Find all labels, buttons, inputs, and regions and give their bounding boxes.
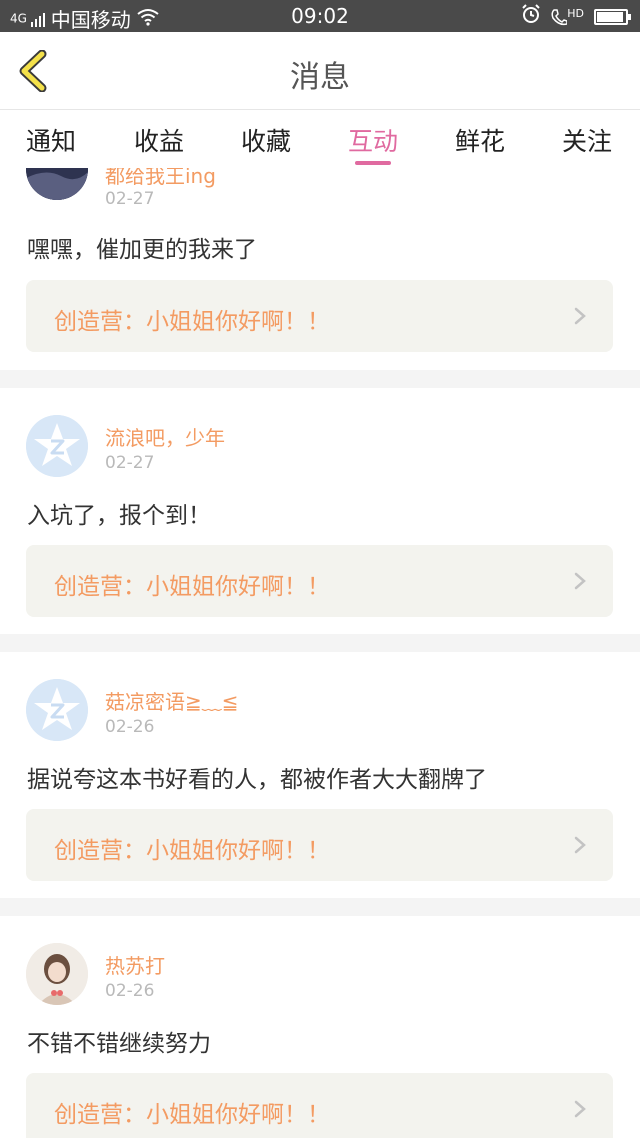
- username[interactable]: 热苏打: [105, 950, 165, 979]
- tab-bar: 通知 收益 收藏 互动 鲜花 关注: [0, 110, 640, 168]
- referenced-book-title: 创造营：小姐姐你好啊！！: [54, 309, 330, 335]
- app-header: 消息: [0, 32, 640, 110]
- tab-interact[interactable]: 互动: [348, 122, 398, 158]
- chevron-right-icon: [574, 836, 586, 854]
- comment-card: 热苏打 02-26 不错不错继续努力 创造营：小姐姐你好啊！！: [0, 916, 640, 1138]
- user-avatar[interactable]: [26, 168, 88, 200]
- tab-favorites[interactable]: 收藏: [241, 122, 291, 158]
- status-bar: 4G 中国移动 09:02 HD: [0, 0, 640, 32]
- comment-text: 据说夸这本书好看的人，都被作者大大翻牌了: [27, 767, 487, 793]
- qq-default-avatar-icon: [26, 679, 88, 741]
- comment-text: 嘿嘿，催加更的我来了: [27, 237, 257, 263]
- username[interactable]: 菇凉密语≧﹏≦: [105, 686, 239, 715]
- comment-text: 入坑了，报个到！: [27, 503, 211, 529]
- user-avatar[interactable]: [26, 943, 88, 1005]
- hd-call-icon: HD: [551, 8, 584, 26]
- tab-earnings[interactable]: 收益: [134, 122, 184, 158]
- referenced-book-title: 创造营：小姐姐你好啊！！: [54, 838, 330, 864]
- user-avatar[interactable]: [26, 679, 88, 741]
- comment-card: 流浪吧，少年 02-27 入坑了，报个到！ 创造营：小姐姐你好啊！！: [0, 388, 640, 634]
- battery-icon: [594, 8, 631, 25]
- alarm-icon: [521, 4, 541, 29]
- hd-label: HD: [567, 6, 584, 20]
- comment-date: 02-26: [105, 717, 155, 737]
- username[interactable]: 都给我王ing: [105, 168, 216, 189]
- photo-avatar-icon: [26, 943, 88, 1005]
- qq-default-avatar-icon: [26, 415, 88, 477]
- username[interactable]: 流浪吧，少年: [105, 422, 225, 451]
- chevron-right-icon: [574, 572, 586, 590]
- referenced-book[interactable]: 创造营：小姐姐你好啊！！: [26, 280, 613, 352]
- comment-date: 02-27: [105, 189, 155, 209]
- comment-date: 02-27: [105, 453, 155, 473]
- comment-text: 不错不错继续努力: [27, 1031, 211, 1057]
- comment-card: 菇凉密语≧﹏≦ 02-26 据说夸这本书好看的人，都被作者大大翻牌了 创造营：小…: [0, 652, 640, 898]
- referenced-book[interactable]: 创造营：小姐姐你好啊！！: [26, 1073, 613, 1138]
- page-title: 消息: [290, 60, 350, 95]
- tab-follow[interactable]: 关注: [562, 122, 612, 158]
- photo-avatar-icon: [26, 168, 88, 200]
- referenced-book[interactable]: 创造营：小姐姐你好啊！！: [26, 545, 613, 617]
- user-avatar[interactable]: [26, 415, 88, 477]
- status-right: HD: [521, 4, 631, 29]
- interaction-feed[interactable]: 都给我王ing 02-27 嘿嘿，催加更的我来了 创造营：小姐姐你好啊！！ 流浪…: [0, 168, 640, 1138]
- chevron-right-icon: [574, 307, 586, 325]
- tab-notify[interactable]: 通知: [26, 122, 76, 158]
- referenced-book[interactable]: 创造营：小姐姐你好啊！！: [26, 809, 613, 881]
- chevron-right-icon: [574, 1100, 586, 1118]
- comment-card: 都给我王ing 02-27 嘿嘿，催加更的我来了 创造营：小姐姐你好啊！！: [0, 168, 640, 370]
- battery-level: [597, 11, 623, 22]
- active-tab-indicator: [355, 161, 391, 165]
- comment-date: 02-26: [105, 981, 155, 1001]
- referenced-book-title: 创造营：小姐姐你好啊！！: [54, 1102, 330, 1128]
- referenced-book-title: 创造营：小姐姐你好啊！！: [54, 574, 330, 600]
- tab-flowers[interactable]: 鲜花: [455, 122, 505, 158]
